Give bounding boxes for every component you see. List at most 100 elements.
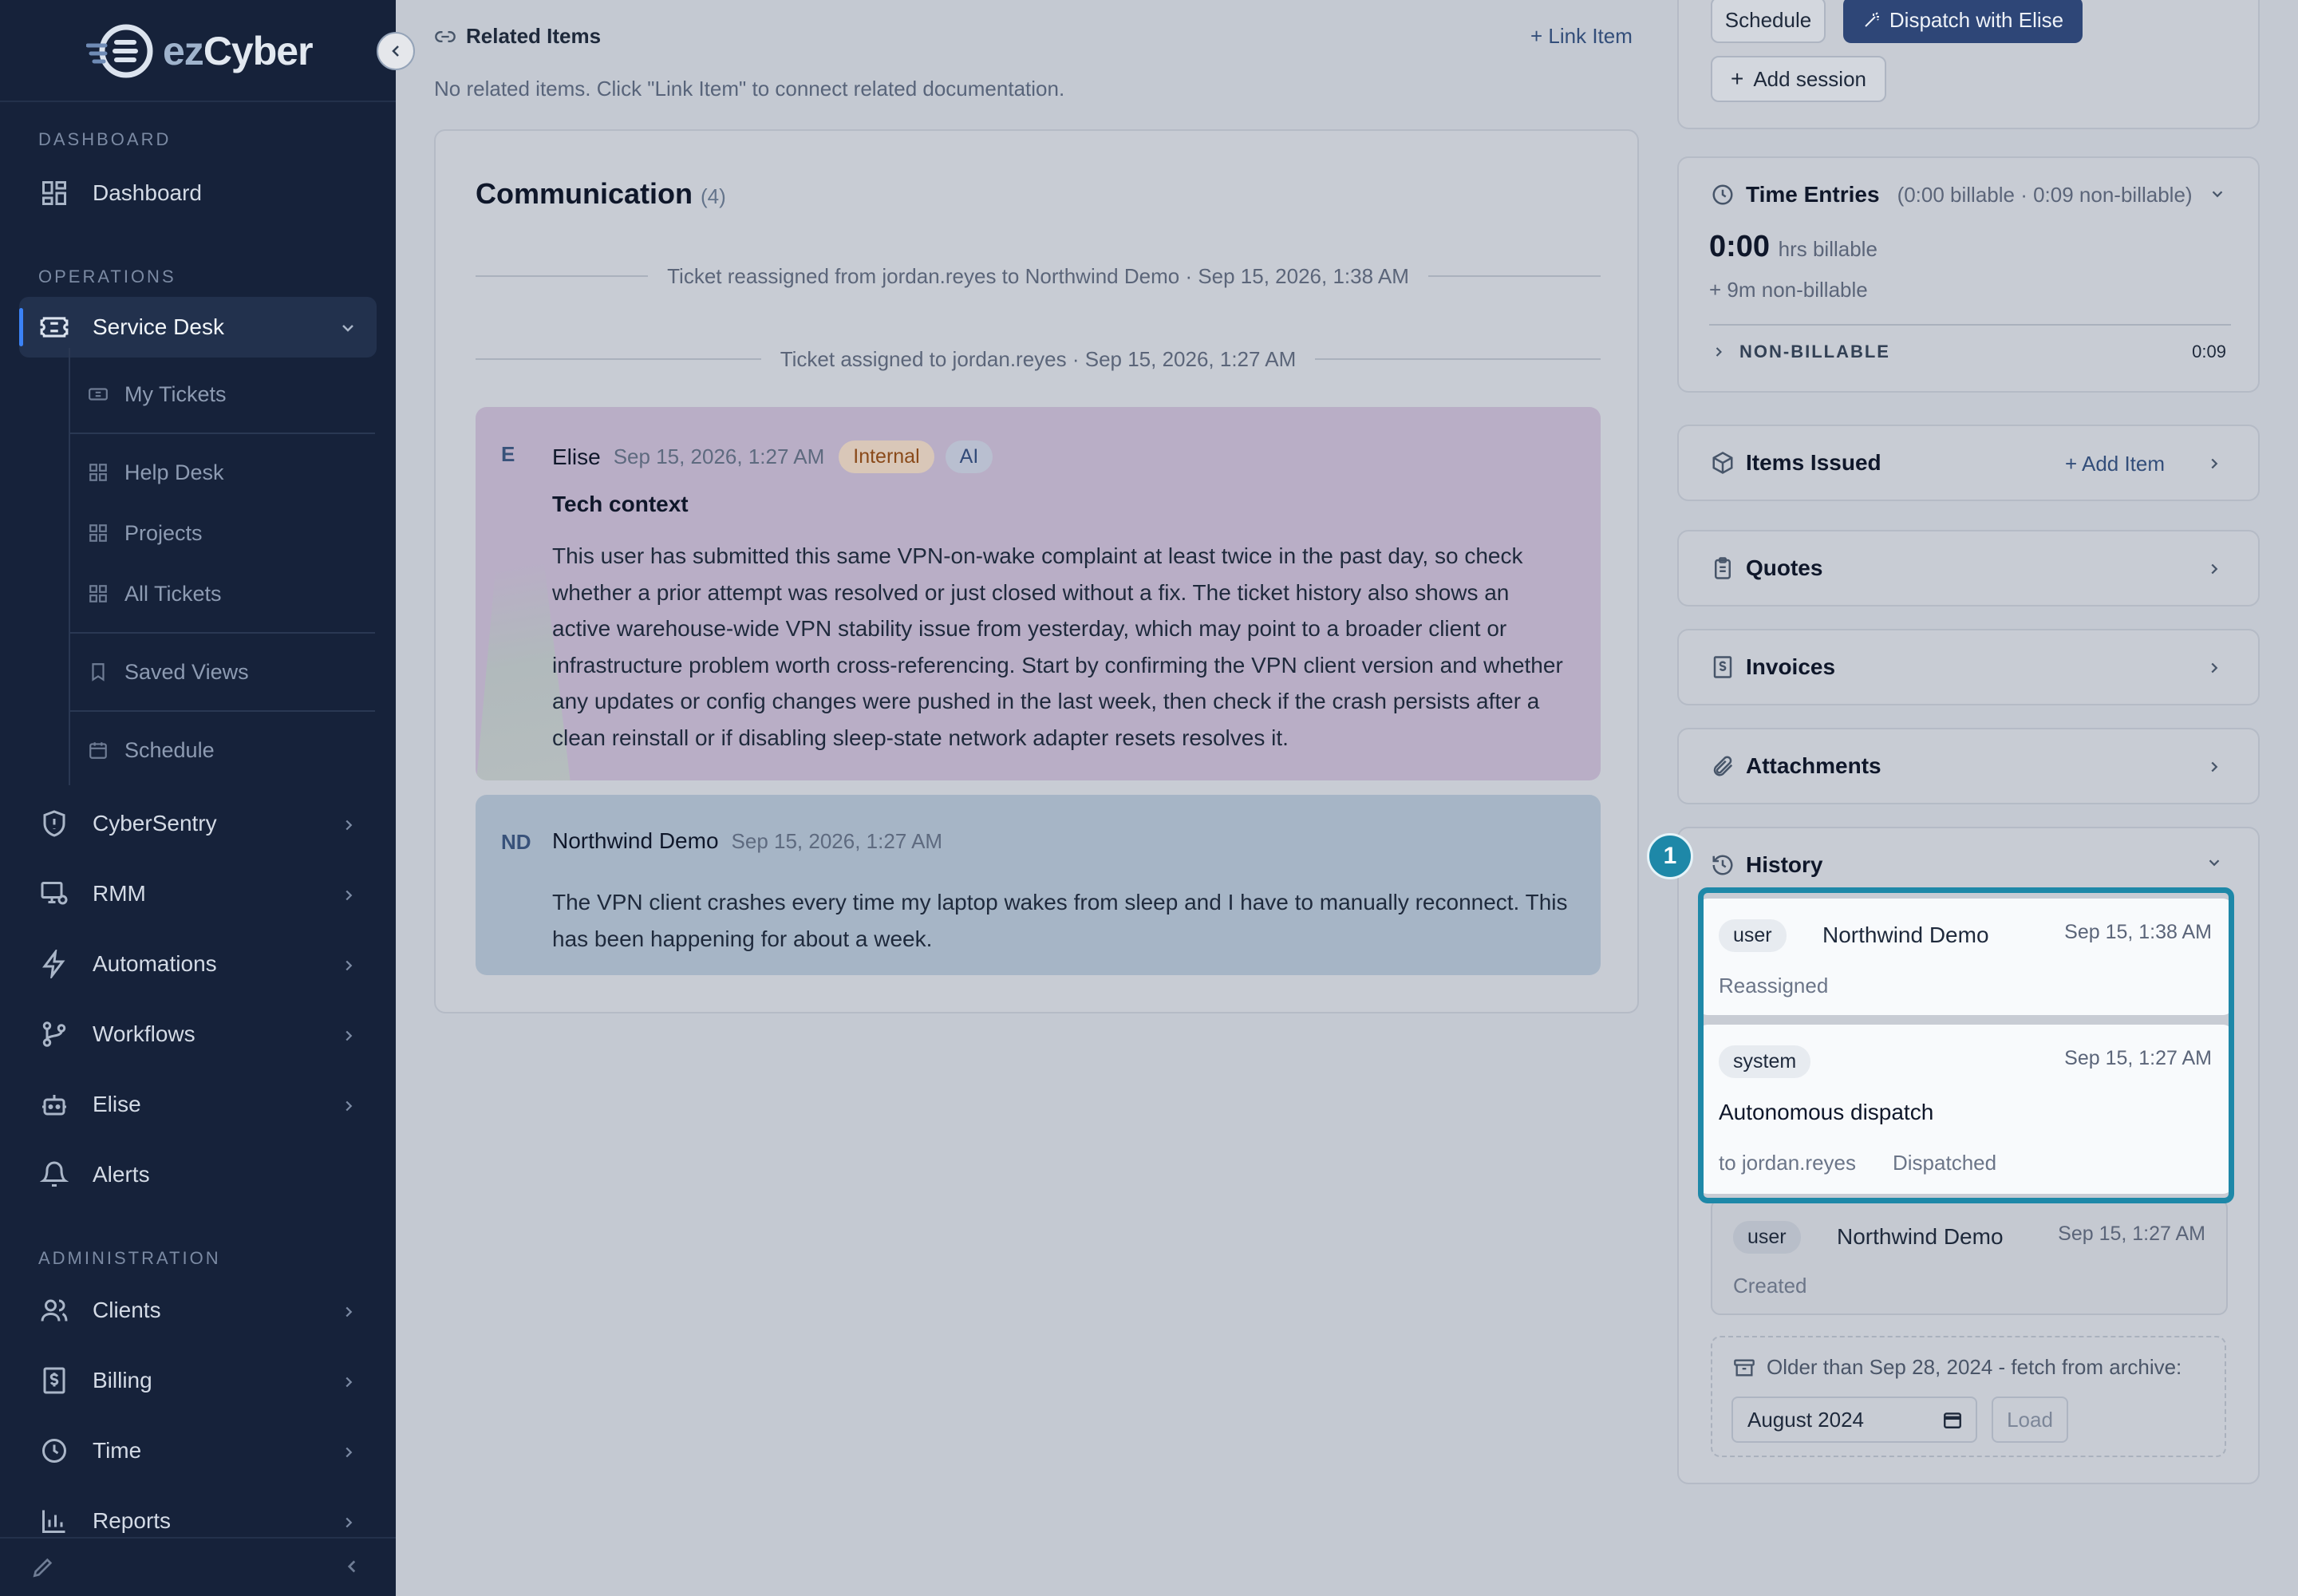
message-time: Sep 15, 2026, 1:27 AM: [613, 444, 825, 468]
sidebar-subitem-label: My Tickets: [124, 381, 227, 406]
chevron-right-icon: [340, 954, 357, 980]
sidebar-divider: [0, 101, 396, 102]
dispatch-panel: Schedule Dispatch with Elise + Add sessi…: [1677, 0, 2260, 129]
sidebar-item-automations[interactable]: Automations: [19, 934, 377, 994]
sidebar-collapse-button[interactable]: [377, 32, 415, 70]
load-button[interactable]: Load: [1992, 1396, 2068, 1443]
sidebar-item-label: Workflows: [93, 1021, 195, 1046]
actor-type-chip: user: [1719, 919, 1787, 952]
time-entries-header[interactable]: Time Entries (0:00 billable · 0:09 non-b…: [1711, 182, 2193, 207]
schedule-button[interactable]: Schedule: [1711, 0, 1826, 43]
sidebar-item-billing[interactable]: Billing: [19, 1350, 377, 1411]
sidebar-item-clients[interactable]: Clients: [19, 1280, 377, 1341]
dispatch-label: Dispatch with Elise: [1889, 7, 2064, 32]
actor-name: Northwind Demo: [1822, 922, 1989, 947]
entry-title: Autonomous dispatch: [1719, 1100, 1934, 1124]
attachments-header: Attachments: [1711, 753, 1881, 779]
sidebar-item-label: Alerts: [93, 1162, 150, 1187]
nonbillable-note: + 9m non-billable: [1709, 278, 1868, 302]
collapse-left-icon[interactable]: [342, 1556, 362, 1581]
sidebar-item-label: Time: [93, 1438, 142, 1463]
calendar-icon[interactable]: [1942, 1409, 1963, 1430]
sidebar-subitem-label: Projects: [124, 520, 203, 545]
monitor-gear-icon: [38, 878, 70, 910]
add-session-label: Add session: [1753, 66, 1866, 91]
sidebar-item-label: Automations: [93, 951, 217, 976]
communication-card: Communication (4) Ticket reassigned from …: [434, 129, 1639, 1013]
sidebar-subitem-schedule[interactable]: Schedule: [88, 726, 375, 774]
add-session-button[interactable]: + Add session: [1711, 56, 1886, 102]
nonbillable-row[interactable]: NON-BILLABLE: [1711, 342, 1890, 362]
bookmark-icon: [88, 662, 109, 682]
entry-status: Dispatched: [1893, 1151, 1997, 1175]
chevron-right-icon: [340, 1301, 357, 1326]
entry-action: Created: [1733, 1274, 1807, 1298]
attachments-panel[interactable]: Attachments: [1677, 728, 2260, 804]
bell-icon: [38, 1159, 70, 1191]
entry-time: Sep 15, 1:38 AM: [2064, 921, 2212, 943]
sidebar-item-alerts[interactable]: Alerts: [19, 1144, 377, 1205]
archive-month-input[interactable]: August 2024: [1731, 1396, 1977, 1443]
sidebar-subitem-all-tickets[interactable]: All Tickets: [88, 570, 375, 618]
sidebar-item-cybersentry[interactable]: CyberSentry: [19, 793, 377, 854]
invoices-panel[interactable]: Invoices: [1677, 629, 2260, 705]
sidebar-item-workflows[interactable]: Workflows: [19, 1004, 377, 1065]
section-label-operations: OPERATIONS: [38, 267, 176, 286]
pencil-icon[interactable]: [30, 1555, 56, 1584]
link-item-button[interactable]: + Link Item: [1530, 24, 1633, 49]
sidebar-subitem-projects[interactable]: Projects: [88, 509, 375, 557]
quotes-panel[interactable]: Quotes: [1677, 530, 2260, 606]
sidebar-item-elise[interactable]: Elise: [19, 1074, 377, 1135]
sidebar-subitem-saved-views[interactable]: Saved Views: [88, 648, 375, 696]
link-icon: [435, 30, 456, 42]
chevron-left-icon: [392, 45, 399, 57]
calendar-icon: [88, 740, 109, 760]
grid-icon: [88, 523, 109, 543]
ezcyber-logo[interactable]: ezCyber: [85, 19, 314, 83]
archive-icon: [1734, 1359, 1755, 1376]
entry-detail: to jordan.reyes: [1719, 1151, 1856, 1175]
receipt-dollar-icon: [38, 1365, 70, 1396]
actor-type-chip: user: [1733, 1221, 1801, 1254]
history-entry[interactable]: system Sep 15, 1:27 AM Autonomous dispat…: [1698, 1025, 2233, 1194]
time-entries-title: Time Entries: [1746, 182, 1880, 207]
related-items-empty-text: No related items. Click "Link Item" to c…: [434, 77, 1065, 101]
chevron-down-icon[interactable]: [2205, 854, 2223, 875]
sidebar-subitem-help-desk[interactable]: Help Desk: [88, 448, 375, 496]
avatar: ND: [501, 830, 531, 854]
chevron-down-icon[interactable]: [2209, 185, 2226, 207]
sidebar-subitem-label: All Tickets: [124, 581, 222, 606]
sidebar-subitem-label: Help Desk: [124, 460, 224, 484]
clipboard-icon: [1715, 557, 1731, 579]
sidebar-item-time[interactable]: Time: [19, 1420, 377, 1481]
sidebar-item-service-desk[interactable]: Service Desk: [19, 297, 377, 358]
sidebar-subitem-my-tickets[interactable]: My Tickets: [88, 370, 375, 418]
chevron-right-icon: [340, 1441, 357, 1467]
add-item-button[interactable]: + Add Item: [2065, 452, 2165, 476]
related-items-label: Related Items: [466, 24, 602, 48]
internal-badge: Internal: [839, 440, 934, 473]
items-issued-title: Items Issued: [1746, 450, 1881, 475]
message-header: Northwind Demo Sep 15, 2026, 1:27 AM: [552, 828, 942, 854]
history-entry[interactable]: user Northwind Demo Sep 15, 1:27 AM Crea…: [1711, 1199, 2228, 1315]
quotes-header: Quotes: [1711, 555, 1822, 581]
items-issued-header: Items Issued: [1711, 450, 1881, 476]
chevron-right-icon: [2205, 560, 2223, 582]
items-issued-panel[interactable]: Items Issued + Add Item: [1677, 425, 2260, 501]
time-entries-panel: Time Entries (0:00 billable · 0:09 non-b…: [1677, 156, 2260, 393]
history-entry[interactable]: user Northwind Demo Sep 15, 1:38 AM Reas…: [1698, 899, 2233, 1015]
nonbillable-label: NON-BILLABLE: [1739, 342, 1890, 361]
invoices-title: Invoices: [1746, 654, 1836, 679]
logo-mark-icon: [85, 23, 160, 79]
section-label-dashboard: DASHBOARD: [38, 129, 172, 149]
clock-icon: [38, 1435, 70, 1467]
git-branch-icon: [38, 1018, 70, 1050]
bot-icon: [38, 1088, 70, 1120]
history-header[interactable]: History: [1711, 852, 1822, 878]
sidebar-item-rmm[interactable]: RMM: [19, 863, 377, 924]
sidebar-item-dashboard[interactable]: Dashboard: [19, 163, 377, 223]
message-header: Elise Sep 15, 2026, 1:27 AM Internal AI: [552, 440, 993, 473]
sidebar-item-label: RMM: [93, 881, 146, 906]
system-event-assigned: Ticket assigned to jordan.reyes · Sep 15…: [476, 343, 1601, 375]
dispatch-with-elise-button[interactable]: Dispatch with Elise: [1843, 0, 2083, 43]
